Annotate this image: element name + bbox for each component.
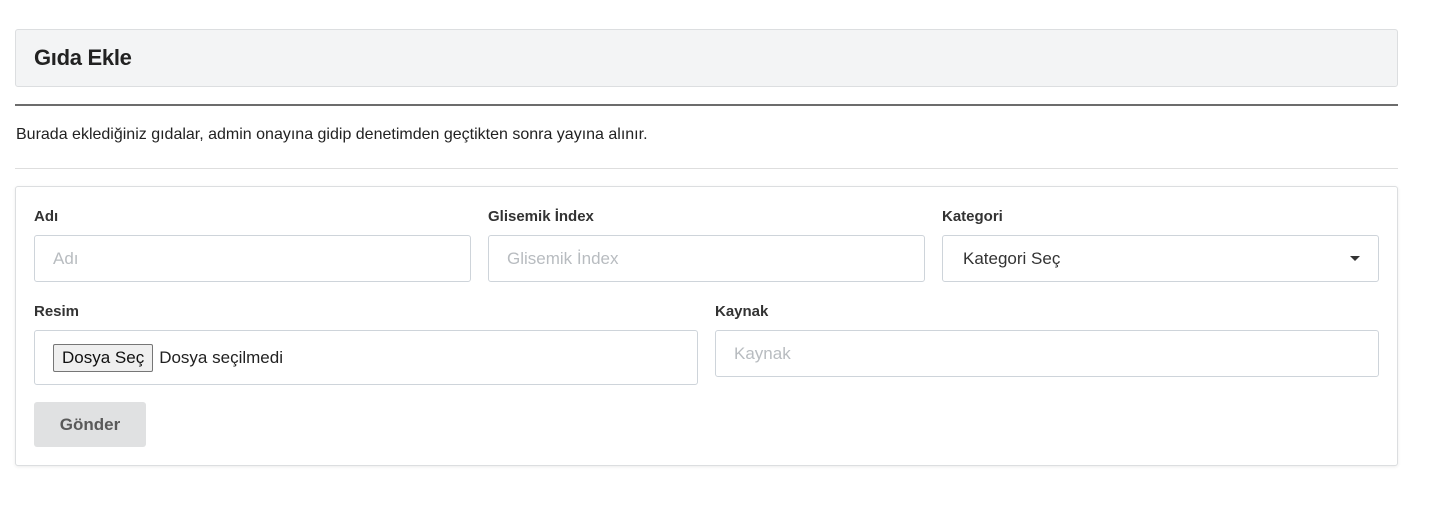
category-select[interactable]: Kategori Seç	[942, 235, 1379, 282]
image-label: Resim	[34, 303, 80, 320]
add-food-form: Adı Glisemik İndex Kategori Kategori Seç…	[15, 186, 1398, 466]
info-text: Burada eklediğiniz gıdalar, admin onayın…	[16, 126, 648, 143]
header-divider	[15, 104, 1398, 106]
caret-down-icon	[1350, 256, 1360, 261]
page: Gıda Ekle Burada eklediğiniz gıdalar, ad…	[0, 0, 1433, 515]
submit-button[interactable]: Gönder	[34, 402, 146, 447]
page-title: Gıda Ekle	[34, 45, 132, 70]
category-label: Kategori	[942, 208, 1003, 225]
info-divider	[15, 168, 1398, 169]
source-label: Kaynak	[715, 303, 769, 320]
glycemic-index-input[interactable]	[488, 235, 925, 282]
glycemic-index-label: Glisemik İndex	[488, 208, 594, 225]
source-input[interactable]	[715, 330, 1379, 377]
image-file-input: Dosya Seç Dosya seçilmedi	[34, 330, 698, 385]
name-input[interactable]	[34, 235, 471, 282]
name-label: Adı	[34, 208, 59, 225]
file-status-text: Dosya seçilmedi	[159, 347, 283, 367]
category-selected-value: Kategori Seç	[963, 248, 1061, 268]
page-header: Gıda Ekle	[15, 29, 1398, 87]
choose-file-button[interactable]: Dosya Seç	[53, 343, 154, 372]
